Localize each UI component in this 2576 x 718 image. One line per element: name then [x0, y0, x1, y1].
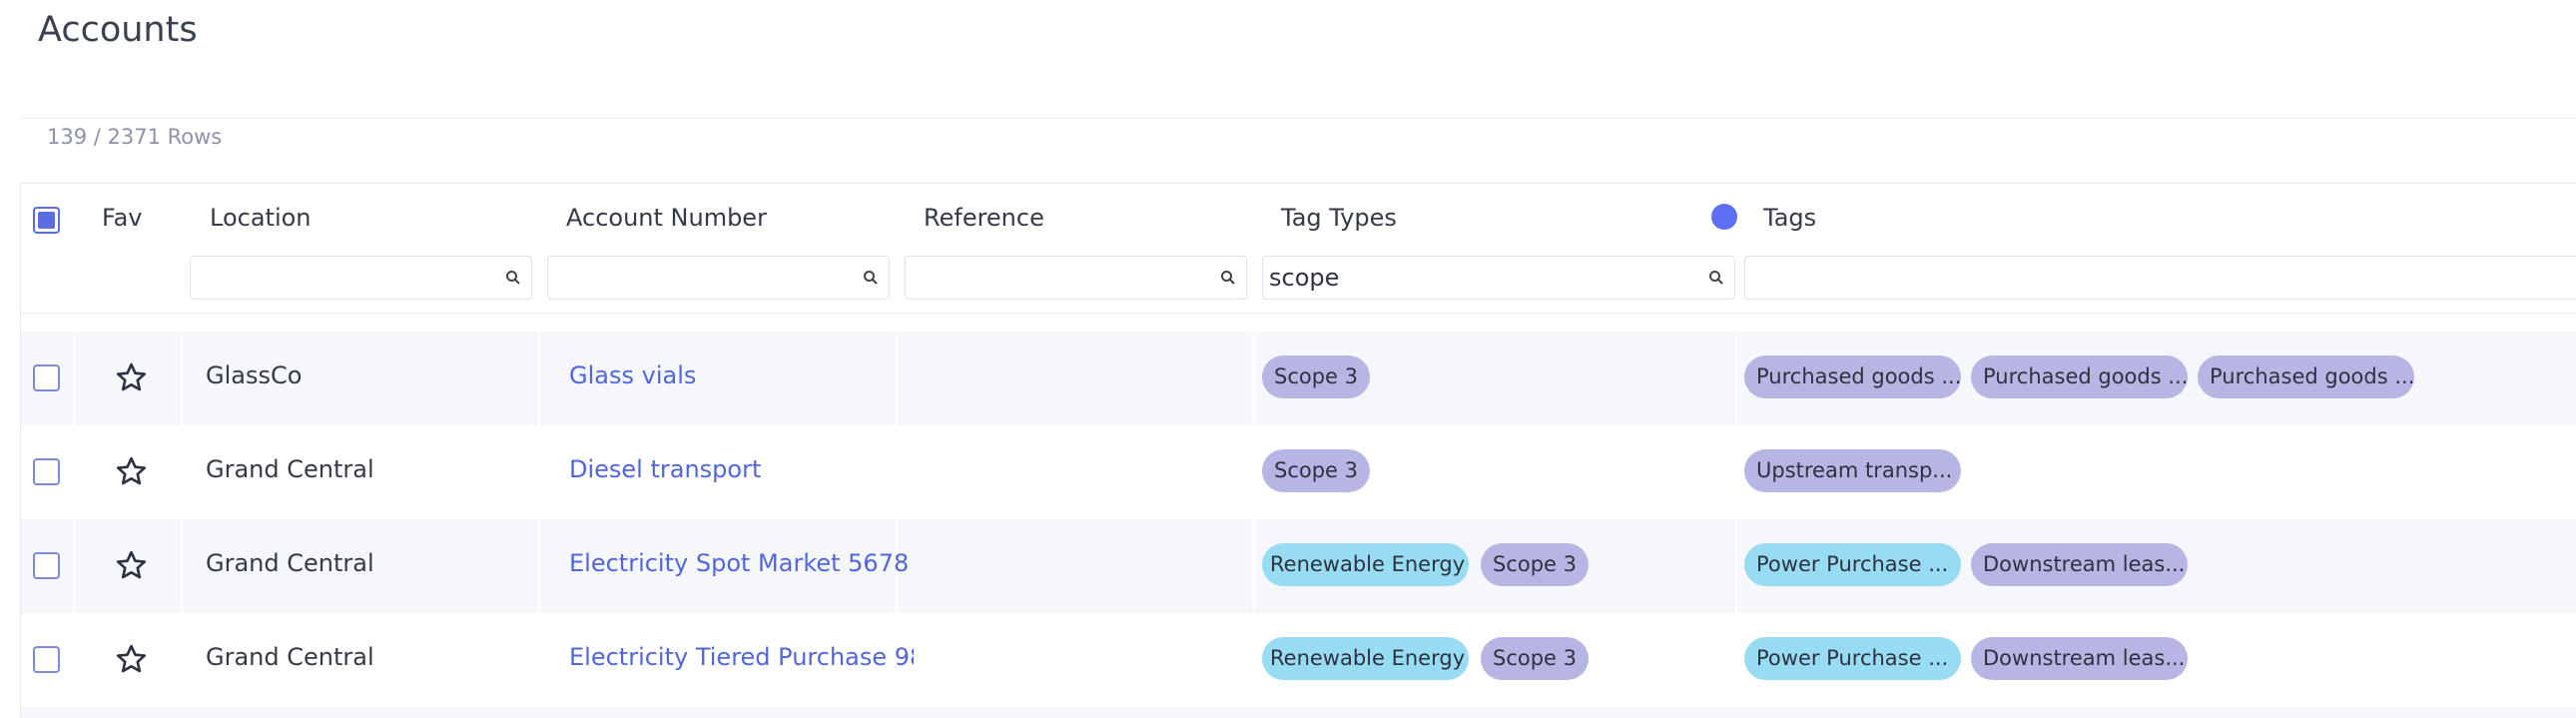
accounts-grid: Fav Location Account Number Reference Ta… [20, 183, 2576, 718]
column-divider [181, 519, 183, 613]
tag-types-filter [1262, 256, 1735, 300]
search-icon [1709, 271, 1723, 285]
column-header-tag-types[interactable]: Tag Types [1281, 204, 1397, 232]
tag-type-pill: Renewable Energy [1262, 543, 1469, 586]
row-checkbox[interactable] [33, 646, 60, 673]
tag-type-pill: Scope 3 [1262, 449, 1371, 492]
select-all-checkbox[interactable] [33, 207, 60, 234]
tag-pill: Power Purchase ... [1744, 637, 1961, 680]
tags-filter [1744, 256, 2576, 300]
column-divider [1735, 332, 1737, 425]
tag-pill: Downstream leas... [1971, 543, 2188, 586]
star-icon[interactable] [114, 548, 149, 583]
tag-pill: Purchased goods ... [1744, 356, 1961, 398]
tag-pill: Power Purchase ... [1744, 543, 1961, 586]
row-checkbox[interactable] [33, 364, 60, 391]
column-divider [538, 519, 540, 613]
header-separator [20, 118, 2576, 119]
row-checkbox[interactable] [33, 552, 60, 579]
star-icon[interactable] [114, 642, 149, 677]
tag-types-filter-input[interactable] [1269, 263, 1690, 293]
account-link[interactable]: Diesel transport [569, 455, 894, 483]
filter-active-indicator[interactable] [1711, 204, 1737, 230]
star-icon[interactable] [114, 360, 149, 395]
column-divider [73, 332, 75, 425]
table-row: GlassCo Glass vials Scope 3 Purchased go… [21, 332, 2576, 425]
tag-type-pill: Scope 3 [1481, 543, 1590, 586]
column-header-fav[interactable]: Fav [102, 204, 143, 232]
tag-type-pill: Scope 3 [1481, 637, 1590, 680]
column-divider [538, 332, 540, 425]
reference-filter [905, 256, 1247, 300]
table-row: Grand Central Electricity Spot Market 56… [21, 519, 2576, 613]
table-row: Grand Central Diesel transport Scope 3 U… [21, 425, 2576, 519]
reference-filter-input[interactable] [916, 263, 1206, 293]
grid-header: Fav Location Account Number Reference Ta… [21, 184, 2576, 314]
tag-pill: Purchased goods ... [1971, 356, 2188, 398]
column-header-location[interactable]: Location [210, 204, 312, 232]
column-divider [1253, 519, 1255, 613]
star-icon[interactable] [114, 454, 149, 489]
account-link[interactable]: Electricity Tiered Purchase 98 [569, 643, 914, 671]
table-row-partial [21, 707, 2576, 718]
tag-pill: Downstream leas... [1971, 637, 2188, 680]
search-icon [864, 271, 878, 285]
account-link[interactable]: Glass vials [569, 361, 894, 389]
tag-type-pill: Scope 3 [1262, 356, 1371, 398]
location-cell: Grand Central [206, 455, 374, 483]
tag-pill: Purchased goods ... [2198, 356, 2414, 398]
location-cell: GlassCo [206, 361, 303, 389]
table-row: Grand Central Electricity Tiered Purchas… [21, 613, 2576, 707]
column-header-account-number[interactable]: Account Number [566, 204, 767, 232]
column-divider [181, 332, 183, 425]
column-divider [896, 332, 898, 425]
search-icon [506, 271, 520, 285]
column-divider [1253, 332, 1255, 425]
row-checkbox[interactable] [33, 458, 60, 485]
location-cell: Grand Central [206, 549, 374, 577]
account-number-filter-input[interactable] [558, 263, 849, 293]
tags-filter-input[interactable] [1755, 263, 2547, 293]
column-header-reference[interactable]: Reference [924, 204, 1044, 232]
search-icon [1221, 271, 1235, 285]
location-filter [190, 256, 532, 300]
tag-pill: Upstream transp... [1744, 449, 1961, 492]
column-divider [1735, 519, 1737, 613]
location-cell: Grand Central [206, 643, 374, 671]
row-count: 139 / 2371 Rows [47, 125, 223, 149]
column-header-tags[interactable]: Tags [1763, 204, 1816, 232]
column-divider [73, 519, 75, 613]
tag-type-pill: Renewable Energy [1262, 637, 1469, 680]
account-link[interactable]: Electricity Spot Market 5678 [569, 549, 914, 577]
account-number-filter [547, 256, 890, 300]
page-title: Accounts [38, 10, 198, 50]
location-filter-input[interactable] [201, 263, 491, 293]
